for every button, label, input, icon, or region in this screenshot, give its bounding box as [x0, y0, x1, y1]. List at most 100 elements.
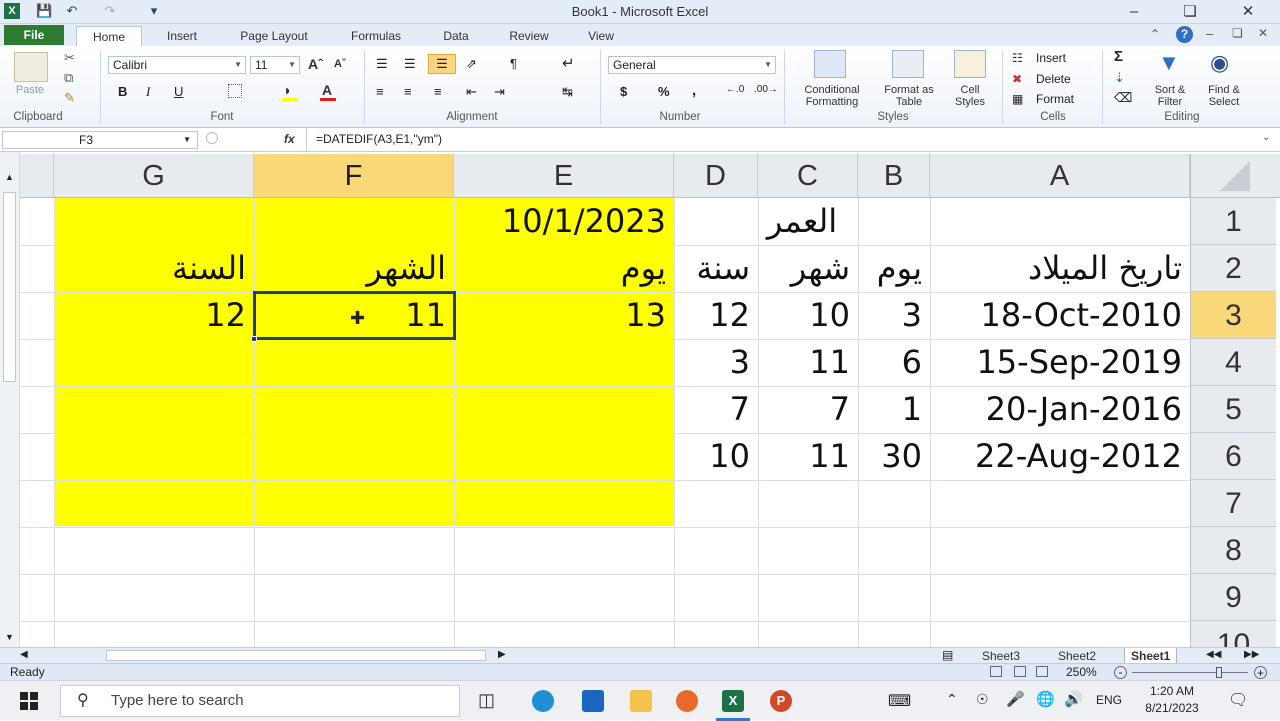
- conditional-formatting-button[interactable]: Conditional Formatting: [790, 84, 874, 108]
- underline-button[interactable]: U: [174, 84, 183, 99]
- decrease-indent-icon[interactable]: ⇤: [466, 84, 477, 100]
- borders-icon[interactable]: [228, 84, 242, 98]
- insert-cells-button[interactable]: Insert: [1036, 51, 1066, 65]
- column-header-c[interactable]: C: [758, 154, 858, 198]
- restore-workbook-icon[interactable]: ❏: [1232, 26, 1243, 40]
- row-header-1[interactable]: 1: [1190, 198, 1276, 245]
- cell-b2[interactable]: يوم: [858, 245, 930, 292]
- page-layout-view-icon[interactable]: [1014, 666, 1026, 677]
- insert-cells-icon[interactable]: ☷: [1012, 51, 1023, 65]
- italic-button[interactable]: I: [146, 84, 150, 100]
- tab-view[interactable]: View: [578, 26, 624, 46]
- column-header-e[interactable]: E: [454, 154, 674, 198]
- sheet-tab-sheet3[interactable]: Sheet3: [976, 648, 1026, 664]
- cell-d2[interactable]: سنة: [674, 245, 758, 292]
- horizontal-scroll-thumb[interactable]: [106, 650, 486, 661]
- vertical-scrollbar[interactable]: ▲ ▼: [0, 152, 20, 647]
- cell-e3[interactable]: 13: [454, 292, 674, 339]
- cell-a2[interactable]: تاريخ الميلاد: [930, 245, 1190, 292]
- row-header-3[interactable]: 3: [1190, 292, 1276, 339]
- tab-page-layout[interactable]: Page Layout: [228, 26, 320, 46]
- fill-handle[interactable]: [251, 336, 257, 342]
- collapse-ribbon-icon[interactable]: ⌃: [1150, 27, 1160, 41]
- font-color-icon[interactable]: A: [322, 82, 332, 98]
- paste-icon[interactable]: [14, 52, 48, 82]
- row-header-10[interactable]: 10: [1190, 621, 1276, 647]
- help-icon[interactable]: ?: [1176, 26, 1193, 43]
- conditional-formatting-icon[interactable]: [814, 50, 846, 78]
- network-status-icon[interactable]: ☉: [976, 691, 989, 708]
- close-workbook-icon[interactable]: ✕: [1258, 26, 1268, 40]
- cell-f2[interactable]: الشهر: [254, 245, 454, 292]
- firefox-icon[interactable]: [676, 690, 698, 712]
- tab-formulas[interactable]: Formulas: [340, 26, 412, 46]
- tab-home[interactable]: Home: [76, 26, 142, 46]
- row-header-2[interactable]: 2: [1190, 245, 1276, 292]
- worksheet-grid[interactable]: G F E D C B A 1 2 3 4 5 6 7 8 9 10 10/1/…: [0, 152, 1280, 647]
- tab-review[interactable]: Review: [500, 26, 558, 46]
- currency-button[interactable]: $: [620, 84, 627, 99]
- increase-decimal-icon[interactable]: ←.0: [726, 84, 744, 95]
- percent-button[interactable]: %: [658, 84, 670, 99]
- cell-c3[interactable]: 10: [758, 292, 858, 339]
- cell-c5[interactable]: 7: [758, 386, 858, 433]
- name-box[interactable]: F3 ▼: [2, 131, 198, 149]
- cell-a3[interactable]: 18-Oct-2010: [930, 292, 1190, 339]
- column-header-b[interactable]: B: [858, 154, 930, 198]
- cell-c4[interactable]: 11: [758, 339, 858, 386]
- first-sheet-icon[interactable]: ◀◀: [1206, 649, 1221, 660]
- cell-g3[interactable]: 12: [54, 292, 254, 339]
- select-all-corner[interactable]: [1190, 154, 1280, 198]
- cell-a6[interactable]: 22-Aug-2012: [930, 433, 1190, 480]
- cell-e2[interactable]: يوم: [454, 245, 674, 292]
- autosum-icon[interactable]: Σ: [1114, 48, 1123, 65]
- tab-file[interactable]: File: [4, 25, 64, 45]
- sheet-tab-sheet2[interactable]: Sheet2: [1052, 648, 1102, 664]
- column-header-d[interactable]: D: [674, 154, 758, 198]
- zoom-out-icon[interactable]: -: [1114, 666, 1127, 679]
- find-select-button[interactable]: Find & Select: [1198, 84, 1250, 108]
- scroll-up-icon[interactable]: ▲: [5, 172, 14, 182]
- cell-b5[interactable]: 1: [858, 386, 930, 433]
- edge-icon[interactable]: [532, 690, 554, 712]
- format-cells-icon[interactable]: ▦: [1012, 92, 1023, 106]
- language-indicator[interactable]: ENG: [1096, 693, 1122, 707]
- row-header-7[interactable]: 7: [1190, 480, 1276, 527]
- cell-a4[interactable]: 15-Sep-2019: [930, 339, 1190, 386]
- close-button[interactable]: ✕: [1234, 2, 1262, 22]
- row-header-9[interactable]: 9: [1190, 574, 1276, 621]
- copy-icon[interactable]: ⧉: [64, 70, 73, 86]
- align-left-icon[interactable]: ≡: [376, 84, 384, 99]
- decrease-decimal-icon[interactable]: .00→: [754, 84, 778, 95]
- tab-insert[interactable]: Insert: [156, 26, 208, 46]
- fill-color-icon[interactable]: ◑: [282, 82, 290, 98]
- normal-view-icon[interactable]: [990, 666, 1002, 677]
- fill-icon[interactable]: ⇣: [1114, 70, 1125, 86]
- align-top-icon[interactable]: ☰: [376, 56, 388, 72]
- bold-button[interactable]: B: [118, 84, 127, 99]
- increase-indent-icon[interactable]: ⇥: [494, 84, 505, 100]
- task-view-icon[interactable]: ◫: [478, 690, 495, 711]
- wrap-text-icon[interactable]: ↵: [562, 54, 575, 72]
- mail-icon[interactable]: [582, 690, 604, 712]
- sheet-tab-sheet1[interactable]: Sheet1: [1124, 648, 1178, 664]
- merge-center-icon[interactable]: ↹: [562, 84, 573, 100]
- cell-b4[interactable]: 6: [858, 339, 930, 386]
- insert-function-button[interactable]: fx: [284, 132, 295, 146]
- clear-icon[interactable]: ⌫: [1114, 90, 1132, 106]
- scroll-left-icon[interactable]: ◀: [20, 649, 28, 660]
- align-middle-icon[interactable]: ☰: [404, 56, 416, 72]
- taskbar-search-box[interactable]: ⚲ Type here to search: [60, 685, 460, 717]
- zoom-in-icon[interactable]: +: [1254, 666, 1267, 679]
- insert-sheet-icon[interactable]: ▤: [942, 648, 953, 662]
- cell-b6[interactable]: 30: [858, 433, 930, 480]
- shrink-font-icon[interactable]: Aˇ: [334, 58, 346, 70]
- rtl-icon[interactable]: ¶: [510, 56, 517, 71]
- cut-icon[interactable]: ✂: [64, 50, 75, 66]
- format-as-table-button[interactable]: Format as Table: [876, 84, 942, 108]
- format-painter-icon[interactable]: ✎: [64, 90, 75, 106]
- scroll-down-icon[interactable]: ▼: [5, 632, 14, 642]
- cell-g2[interactable]: السنة: [54, 245, 254, 292]
- font-size-box[interactable]: 11 ▼: [250, 56, 300, 74]
- find-select-icon[interactable]: ◉: [1210, 50, 1229, 76]
